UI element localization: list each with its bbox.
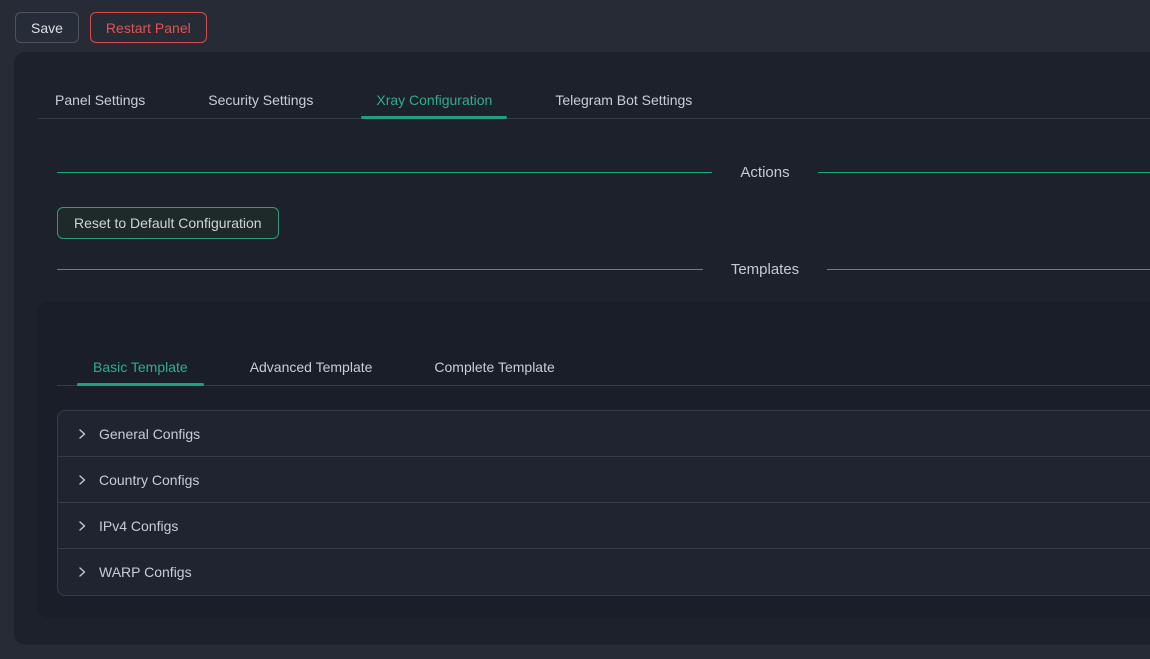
reset-default-configuration-button[interactable]: Reset to Default Configuration [57,207,279,239]
tab-security-settings[interactable]: Security Settings [193,82,328,118]
chevron-right-icon [76,520,88,532]
collapse-label: Country Configs [99,472,199,488]
settings-card: Panel Settings Security Settings Xray Co… [14,52,1150,645]
templates-divider: Templates [57,258,1150,280]
collapse-label: WARP Configs [99,564,192,580]
chevron-right-icon [76,428,88,440]
template-tabs: Basic Template Advanced Template Complet… [57,301,1150,386]
chevron-right-icon [76,566,88,578]
actions-divider-label: Actions [740,164,789,181]
collapse-country-configs[interactable]: Country Configs [58,457,1150,503]
collapse-general-configs[interactable]: General Configs [58,411,1150,457]
collapse-label: General Configs [99,426,200,442]
collapse-ipv4-configs[interactable]: IPv4 Configs [58,503,1150,549]
tab-xray-configuration[interactable]: Xray Configuration [361,82,507,118]
tab-telegram-bot-settings[interactable]: Telegram Bot Settings [540,82,707,118]
top-action-bar: Save Restart Panel [15,12,207,43]
tab-basic-template[interactable]: Basic Template [77,349,204,385]
chevron-right-icon [76,474,88,486]
save-button[interactable]: Save [15,12,79,43]
templates-card: Basic Template Advanced Template Complet… [37,301,1150,618]
collapse-warp-configs[interactable]: WARP Configs [58,549,1150,595]
collapse-label: IPv4 Configs [99,518,178,534]
restart-panel-button[interactable]: Restart Panel [90,12,207,43]
tab-advanced-template[interactable]: Advanced Template [234,349,389,385]
tab-panel-settings[interactable]: Panel Settings [40,82,160,118]
templates-divider-label: Templates [731,261,799,278]
actions-divider: Actions [57,161,1150,183]
config-collapse-list: General Configs Country Configs IPv4 Con… [57,410,1150,596]
settings-tabs: Panel Settings Security Settings Xray Co… [38,52,1150,119]
tab-complete-template[interactable]: Complete Template [418,349,570,385]
